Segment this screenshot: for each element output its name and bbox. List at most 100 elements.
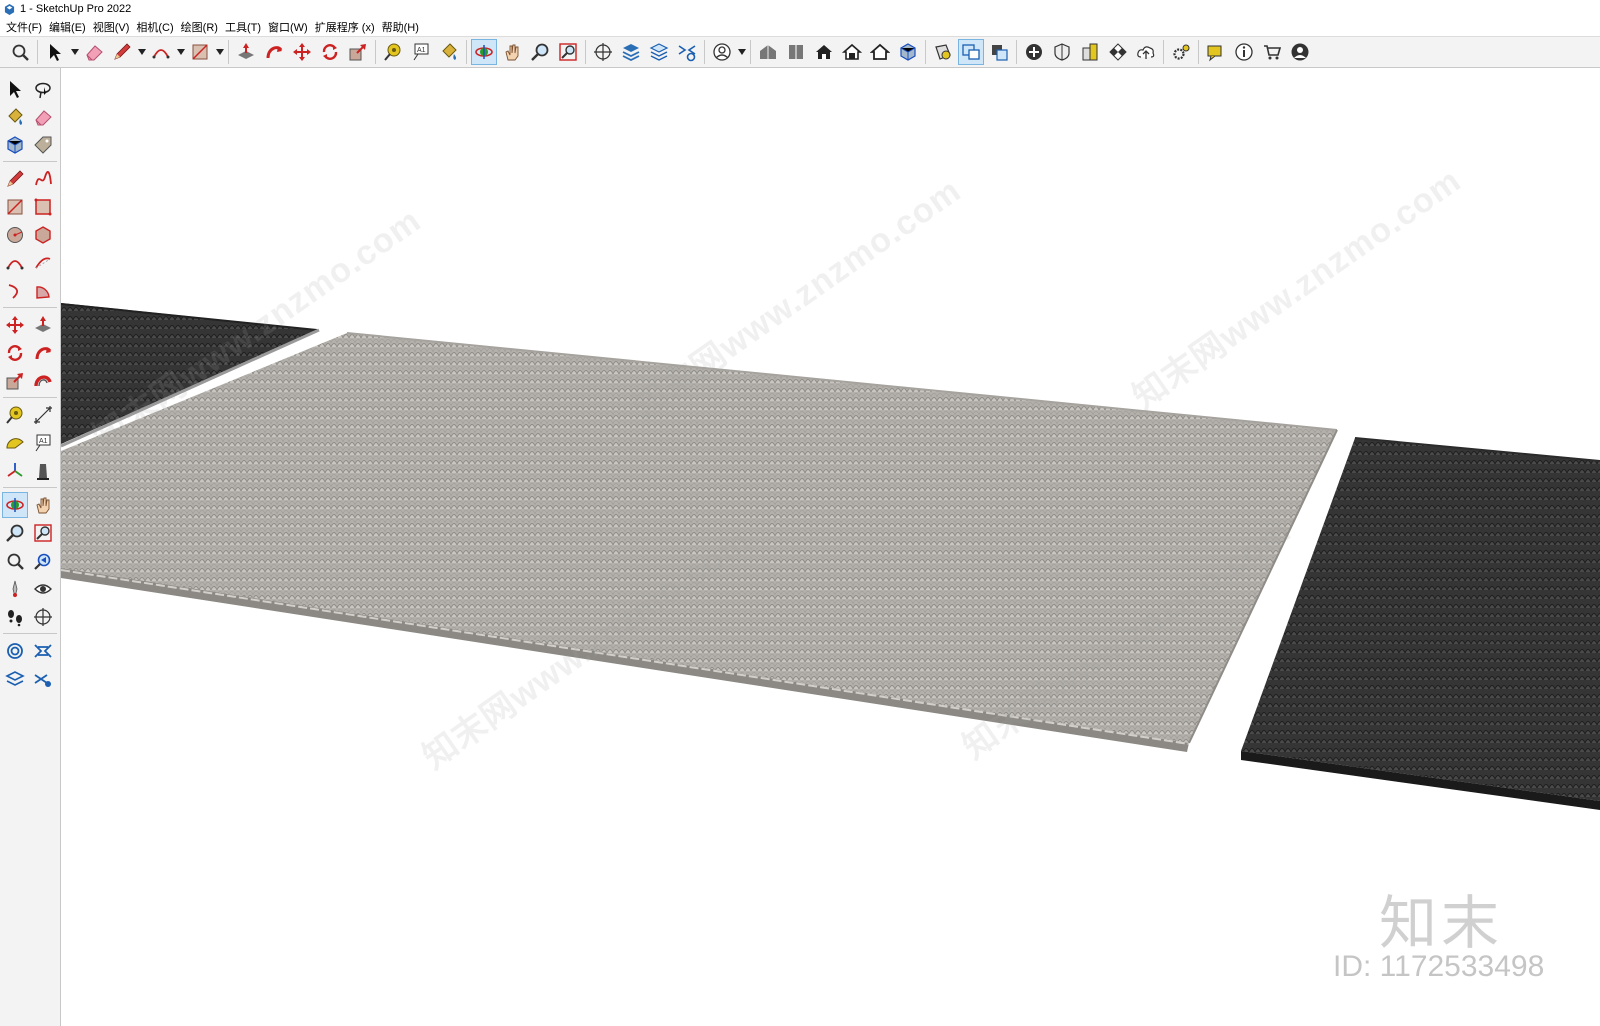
toolbar-button-arc[interactable] — [148, 39, 174, 65]
toolbar-button-follow-me[interactable] — [261, 39, 287, 65]
toolbar-button-paint-bucket[interactable] — [436, 39, 462, 65]
left-toolbar-button-zoom-window[interactable] — [30, 520, 56, 546]
toolbar-button-move[interactable] — [289, 39, 315, 65]
left-toolbar-button-circle[interactable] — [2, 222, 28, 248]
left-toolbar-button-zoom-extents[interactable] — [2, 548, 28, 574]
toolbar-button-zoom-extents[interactable] — [7, 39, 33, 65]
menu-window[interactable]: 窗口(W) — [266, 19, 313, 35]
left-toolbar-button-freehand[interactable] — [30, 166, 56, 192]
toolbar-button-style[interactable] — [930, 39, 956, 65]
toolbar-button-user-circle[interactable] — [1287, 39, 1313, 65]
left-toolbar-button-previous-view[interactable] — [30, 548, 56, 574]
toolbar-dropdown-button[interactable] — [136, 39, 147, 65]
left-toolbar-button-polygon[interactable] — [30, 222, 56, 248]
left-toolbar-button-stamp[interactable] — [30, 666, 56, 692]
left-toolbar-button-dimension[interactable] — [30, 402, 56, 428]
toolbar-button-outliner[interactable] — [958, 39, 984, 65]
left-toolbar-button-two-point-arc[interactable] — [30, 250, 56, 276]
left-toolbar-button-rotate[interactable] — [2, 340, 28, 366]
toolbar-button-account[interactable] — [709, 39, 735, 65]
toolbar-button-sandbox[interactable] — [618, 39, 644, 65]
toolbar-button-building[interactable] — [1077, 39, 1103, 65]
menu-extensions[interactable]: 扩展程序 (x) — [313, 19, 380, 35]
left-toolbar-button-walk[interactable] — [2, 604, 28, 630]
toolbar-button-house-open[interactable] — [839, 39, 865, 65]
toolbar-dropdown-button[interactable] — [736, 39, 747, 65]
toolbar-button-info[interactable] — [1231, 39, 1257, 65]
style-icon — [935, 44, 951, 60]
left-toolbar-button-rotated-rectangle[interactable] — [30, 194, 56, 220]
toolbar-dropdown-button[interactable] — [214, 39, 225, 65]
left-toolbar-button-move[interactable] — [2, 312, 28, 338]
left-toolbar-button-arc[interactable] — [2, 250, 28, 276]
toolbar-button-add-location[interactable] — [1021, 39, 1047, 65]
left-toolbar-button-three-point-arc[interactable] — [2, 278, 28, 304]
toolbar-button-extension-warehouse[interactable] — [783, 39, 809, 65]
toolbar-button-tape-measure[interactable] — [380, 39, 406, 65]
left-toolbar-button-section-plane[interactable] — [30, 604, 56, 630]
left-toolbar-button-smoove[interactable] — [2, 666, 28, 692]
toolbar-button-component[interactable] — [895, 39, 921, 65]
left-toolbar-button-rectangle[interactable] — [2, 194, 28, 220]
left-toolbar-button-pencil[interactable] — [2, 166, 28, 192]
menu-camera[interactable]: 相机(C) — [134, 19, 178, 35]
left-toolbar-button-tag[interactable] — [30, 132, 56, 158]
toolbar-button-3d-warehouse[interactable] — [755, 39, 781, 65]
menu-view[interactable]: 视图(V) — [91, 19, 135, 35]
left-toolbar-button-zoom[interactable] — [2, 520, 28, 546]
menu-edit[interactable]: 编辑(E) — [47, 19, 91, 35]
left-toolbar-button-eraser[interactable] — [30, 104, 56, 130]
left-toolbar-button-sandbox-from-scratch[interactable] — [30, 638, 56, 664]
left-toolbar-button-sandbox-from-contours[interactable] — [2, 638, 28, 664]
toolbar-button-scenes[interactable] — [674, 39, 700, 65]
toolbar-button-message[interactable] — [1203, 39, 1229, 65]
left-toolbar-button-orbit[interactable] — [2, 492, 28, 518]
left-toolbar-button-scale[interactable] — [2, 368, 28, 394]
left-toolbar-button-paint-bucket[interactable] — [2, 104, 28, 130]
toolbar-button-rotate[interactable] — [317, 39, 343, 65]
left-toolbar-button-component[interactable] — [2, 132, 28, 158]
left-toolbar-button-follow-me[interactable] — [30, 340, 56, 366]
toolbar-button-layers[interactable] — [646, 39, 672, 65]
left-toolbar-button-lasso-select[interactable] — [30, 76, 56, 102]
left-toolbar-button-select[interactable] — [2, 76, 28, 102]
toolbar-button-orbit[interactable] — [471, 39, 497, 65]
toolbar-button-shield[interactable] — [1049, 39, 1075, 65]
toolbar-button-house[interactable] — [811, 39, 837, 65]
left-toolbar-button-3d-text[interactable] — [30, 458, 56, 484]
left-toolbar-button-look-around[interactable] — [30, 576, 56, 602]
toolbar-button-pencil[interactable] — [109, 39, 135, 65]
left-toolbar-button-tape-measure[interactable] — [2, 402, 28, 428]
toolbar-button-eraser[interactable] — [81, 39, 107, 65]
left-toolbar-button-pie[interactable] — [30, 278, 56, 304]
left-toolbar-button-push-pull[interactable] — [30, 312, 56, 338]
menu-tools[interactable]: 工具(T) — [223, 19, 266, 35]
toolbar-button-text[interactable]: A1 — [408, 39, 434, 65]
left-toolbar-button-text[interactable]: A1 — [30, 430, 56, 456]
toolbar-button-rectangle[interactable] — [187, 39, 213, 65]
toolbar-button-section-plane[interactable] — [590, 39, 616, 65]
toolbar-button-push-pull[interactable] — [233, 39, 259, 65]
toolbar-button-checker[interactable] — [1105, 39, 1131, 65]
toolbar-button-pan[interactable] — [499, 39, 525, 65]
toolbar-button-select[interactable] — [42, 39, 68, 65]
model-viewport[interactable]: 知末网www.znzmo.com 知末网www.znzmo.com 知末网www… — [61, 68, 1600, 1026]
left-toolbar-button-protractor[interactable] — [2, 430, 28, 456]
toolbar-button-zoom[interactable] — [527, 39, 553, 65]
toolbar-button-scale[interactable] — [345, 39, 371, 65]
menu-help[interactable]: 帮助(H) — [380, 19, 424, 35]
left-toolbar-button-pan[interactable] — [30, 492, 56, 518]
left-toolbar-button-offset[interactable] — [30, 368, 56, 394]
toolbar-button-solid-tools[interactable] — [986, 39, 1012, 65]
menu-draw[interactable]: 绘图(R) — [179, 19, 223, 35]
menu-file[interactable]: 文件(F) — [4, 19, 47, 35]
toolbar-button-gear[interactable] — [1168, 39, 1194, 65]
toolbar-dropdown-button[interactable] — [175, 39, 186, 65]
toolbar-button-cloud-upload[interactable] — [1133, 39, 1159, 65]
left-toolbar-button-axes[interactable] — [2, 458, 28, 484]
toolbar-button-zoom-window[interactable] — [555, 39, 581, 65]
toolbar-button-house-outline[interactable] — [867, 39, 893, 65]
left-toolbar-button-position-camera[interactable] — [2, 576, 28, 602]
toolbar-dropdown-button[interactable] — [69, 39, 80, 65]
toolbar-button-cart[interactable] — [1259, 39, 1285, 65]
